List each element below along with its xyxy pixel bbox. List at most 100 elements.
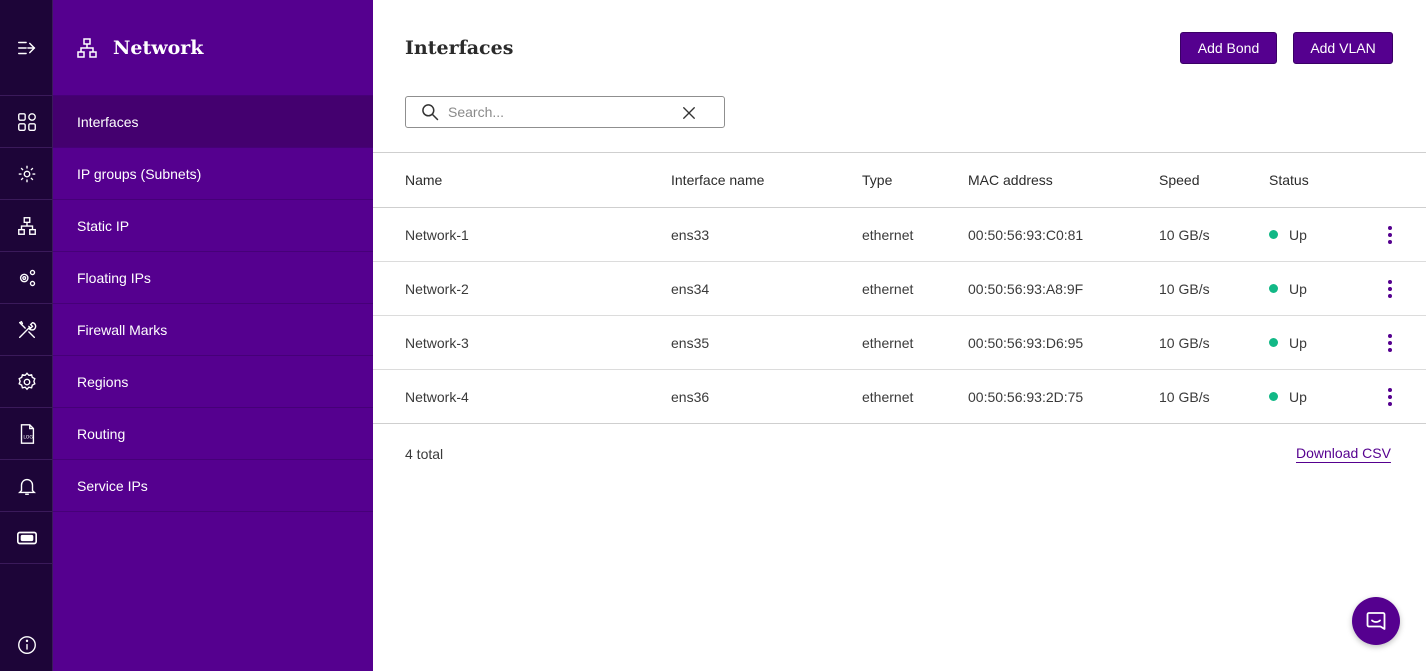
- rail-item-settings-nodes[interactable]: [0, 148, 53, 200]
- expand-menu-icon: [17, 41, 35, 54]
- rail-item-gears[interactable]: [0, 252, 53, 304]
- cell-status: Up: [1269, 262, 1307, 315]
- cell-name: Network-2: [405, 280, 469, 297]
- cell-mac-address: 00:50:56:93:D6:95: [968, 334, 1084, 351]
- bell-icon: [17, 478, 36, 495]
- info-button[interactable]: [0, 623, 53, 667]
- rail-item-logs[interactable]: LOG: [0, 408, 53, 460]
- status-text: Up: [1289, 334, 1307, 351]
- menu-item-interfaces[interactable]: Interfaces: [53, 96, 373, 148]
- search-icon: [422, 104, 439, 121]
- cell-interface-name: ens34: [671, 280, 710, 297]
- cell-interface-name: ens33: [671, 226, 710, 243]
- table-row[interactable]: Network-2 ens34 ethernet 00:50:56:93:A8:…: [373, 262, 1426, 316]
- gear-nodes-icon: [18, 165, 35, 182]
- menu-header: Network: [53, 0, 373, 96]
- cell-mac-address: 00:50:56:93:A8:9F: [968, 280, 1084, 297]
- cell-interface-name: ens36: [671, 388, 710, 405]
- table-row[interactable]: Network-4 ens36 ethernet 00:50:56:93:2D:…: [373, 370, 1426, 424]
- table-row[interactable]: Network-1 ens33 ethernet 00:50:56:93:C0:…: [373, 208, 1426, 262]
- tools-icon: [18, 320, 36, 338]
- total-count: 4 total: [405, 446, 444, 462]
- row-actions-button[interactable]: [1381, 387, 1399, 407]
- network-icon: [17, 216, 36, 235]
- status-up-dot-icon: [1269, 284, 1278, 293]
- kebab-dot-icon: [1388, 348, 1392, 352]
- add-bond-button[interactable]: Add Bond: [1180, 32, 1277, 64]
- menu-item-static-ip[interactable]: Static IP: [53, 200, 373, 252]
- kebab-dot-icon: [1388, 226, 1392, 230]
- kebab-dot-icon: [1388, 287, 1392, 291]
- rail-item-settings[interactable]: [0, 356, 53, 408]
- add-vlan-button[interactable]: Add VLAN: [1293, 32, 1393, 64]
- column-header-type[interactable]: Type: [862, 153, 892, 207]
- cell-name: Network-4: [405, 388, 469, 405]
- page-title: Interfaces: [405, 37, 514, 59]
- cell-type: ethernet: [862, 388, 914, 405]
- status-text: Up: [1289, 226, 1307, 243]
- cell-name: Network-1: [405, 226, 469, 243]
- row-actions-button[interactable]: [1381, 333, 1399, 353]
- status-up-dot-icon: [1269, 230, 1278, 239]
- log-file-icon: LOG: [20, 423, 34, 444]
- menu-item-firewall-marks[interactable]: Firewall Marks: [53, 304, 373, 356]
- kebab-dot-icon: [1388, 240, 1392, 244]
- interfaces-table: Name Interface name Type MAC address Spe…: [373, 152, 1426, 424]
- menu-title: Network: [113, 36, 204, 59]
- table-header: Name Interface name Type MAC address Spe…: [373, 152, 1426, 208]
- row-actions-button[interactable]: [1381, 225, 1399, 245]
- close-icon[interactable]: [680, 104, 698, 122]
- kebab-dot-icon: [1388, 334, 1392, 338]
- cell-mac-address: 00:50:56:93:C0:81: [968, 226, 1084, 243]
- table-row[interactable]: Network-3 ens35 ethernet 00:50:56:93:D6:…: [373, 316, 1426, 370]
- column-header-interface-name[interactable]: Interface name: [671, 153, 764, 207]
- column-header-name[interactable]: Name: [405, 153, 442, 207]
- cell-type: ethernet: [862, 226, 914, 243]
- expand-sidebar-button[interactable]: [0, 0, 53, 96]
- kebab-dot-icon: [1388, 233, 1392, 237]
- rail-item-tools[interactable]: [0, 304, 53, 356]
- network-side-menu: Network Interfaces IP groups (Subnets) S…: [53, 0, 373, 671]
- search-input[interactable]: [448, 104, 678, 120]
- menu-item-service-ips[interactable]: Service IPs: [53, 460, 373, 512]
- cell-name: Network-3: [405, 334, 469, 351]
- chat-launcher-button[interactable]: [1352, 597, 1400, 645]
- row-actions-button[interactable]: [1381, 279, 1399, 299]
- menu-item-floating-ips[interactable]: Floating IPs: [53, 252, 373, 304]
- network-icon: [77, 37, 97, 58]
- rail-item-network[interactable]: [0, 200, 53, 252]
- cell-type: ethernet: [862, 334, 914, 351]
- status-text: Up: [1289, 280, 1307, 297]
- rail-item-dashboard[interactable]: [0, 96, 53, 148]
- kebab-dot-icon: [1388, 402, 1392, 406]
- kebab-dot-icon: [1388, 294, 1392, 298]
- cell-status: Up: [1269, 208, 1307, 261]
- rail-item-notifications[interactable]: [0, 460, 53, 512]
- cell-speed: 10 GB/s: [1159, 334, 1210, 351]
- status-text: Up: [1289, 388, 1307, 405]
- kebab-dot-icon: [1388, 280, 1392, 284]
- menu-item-routing[interactable]: Routing: [53, 408, 373, 460]
- rail-item-ticket[interactable]: [0, 512, 53, 564]
- ticket-icon: [16, 531, 37, 544]
- cell-speed: 10 GB/s: [1159, 280, 1210, 297]
- column-header-status[interactable]: Status: [1269, 153, 1309, 207]
- chat-icon: [1366, 612, 1386, 630]
- cell-status: Up: [1269, 316, 1307, 369]
- dashboard-grid-icon: [17, 112, 36, 131]
- kebab-dot-icon: [1388, 341, 1392, 345]
- status-up-dot-icon: [1269, 338, 1278, 347]
- cell-type: ethernet: [862, 280, 914, 297]
- download-csv-link[interactable]: Download CSV: [1296, 445, 1391, 461]
- cell-status: Up: [1269, 370, 1307, 423]
- column-header-speed[interactable]: Speed: [1159, 153, 1199, 207]
- menu-item-ip-groups[interactable]: IP groups (Subnets): [53, 148, 373, 200]
- menu-item-regions[interactable]: Regions: [53, 356, 373, 408]
- cell-mac-address: 00:50:56:93:2D:75: [968, 388, 1084, 405]
- column-header-mac-address[interactable]: MAC address: [968, 153, 1053, 207]
- kebab-dot-icon: [1388, 388, 1392, 392]
- main-content: Interfaces Add Bond Add VLAN Name Interf…: [373, 0, 1426, 671]
- gears-icon: [19, 269, 35, 286]
- cell-interface-name: ens35: [671, 334, 710, 351]
- svg-text:LOG: LOG: [23, 434, 33, 440]
